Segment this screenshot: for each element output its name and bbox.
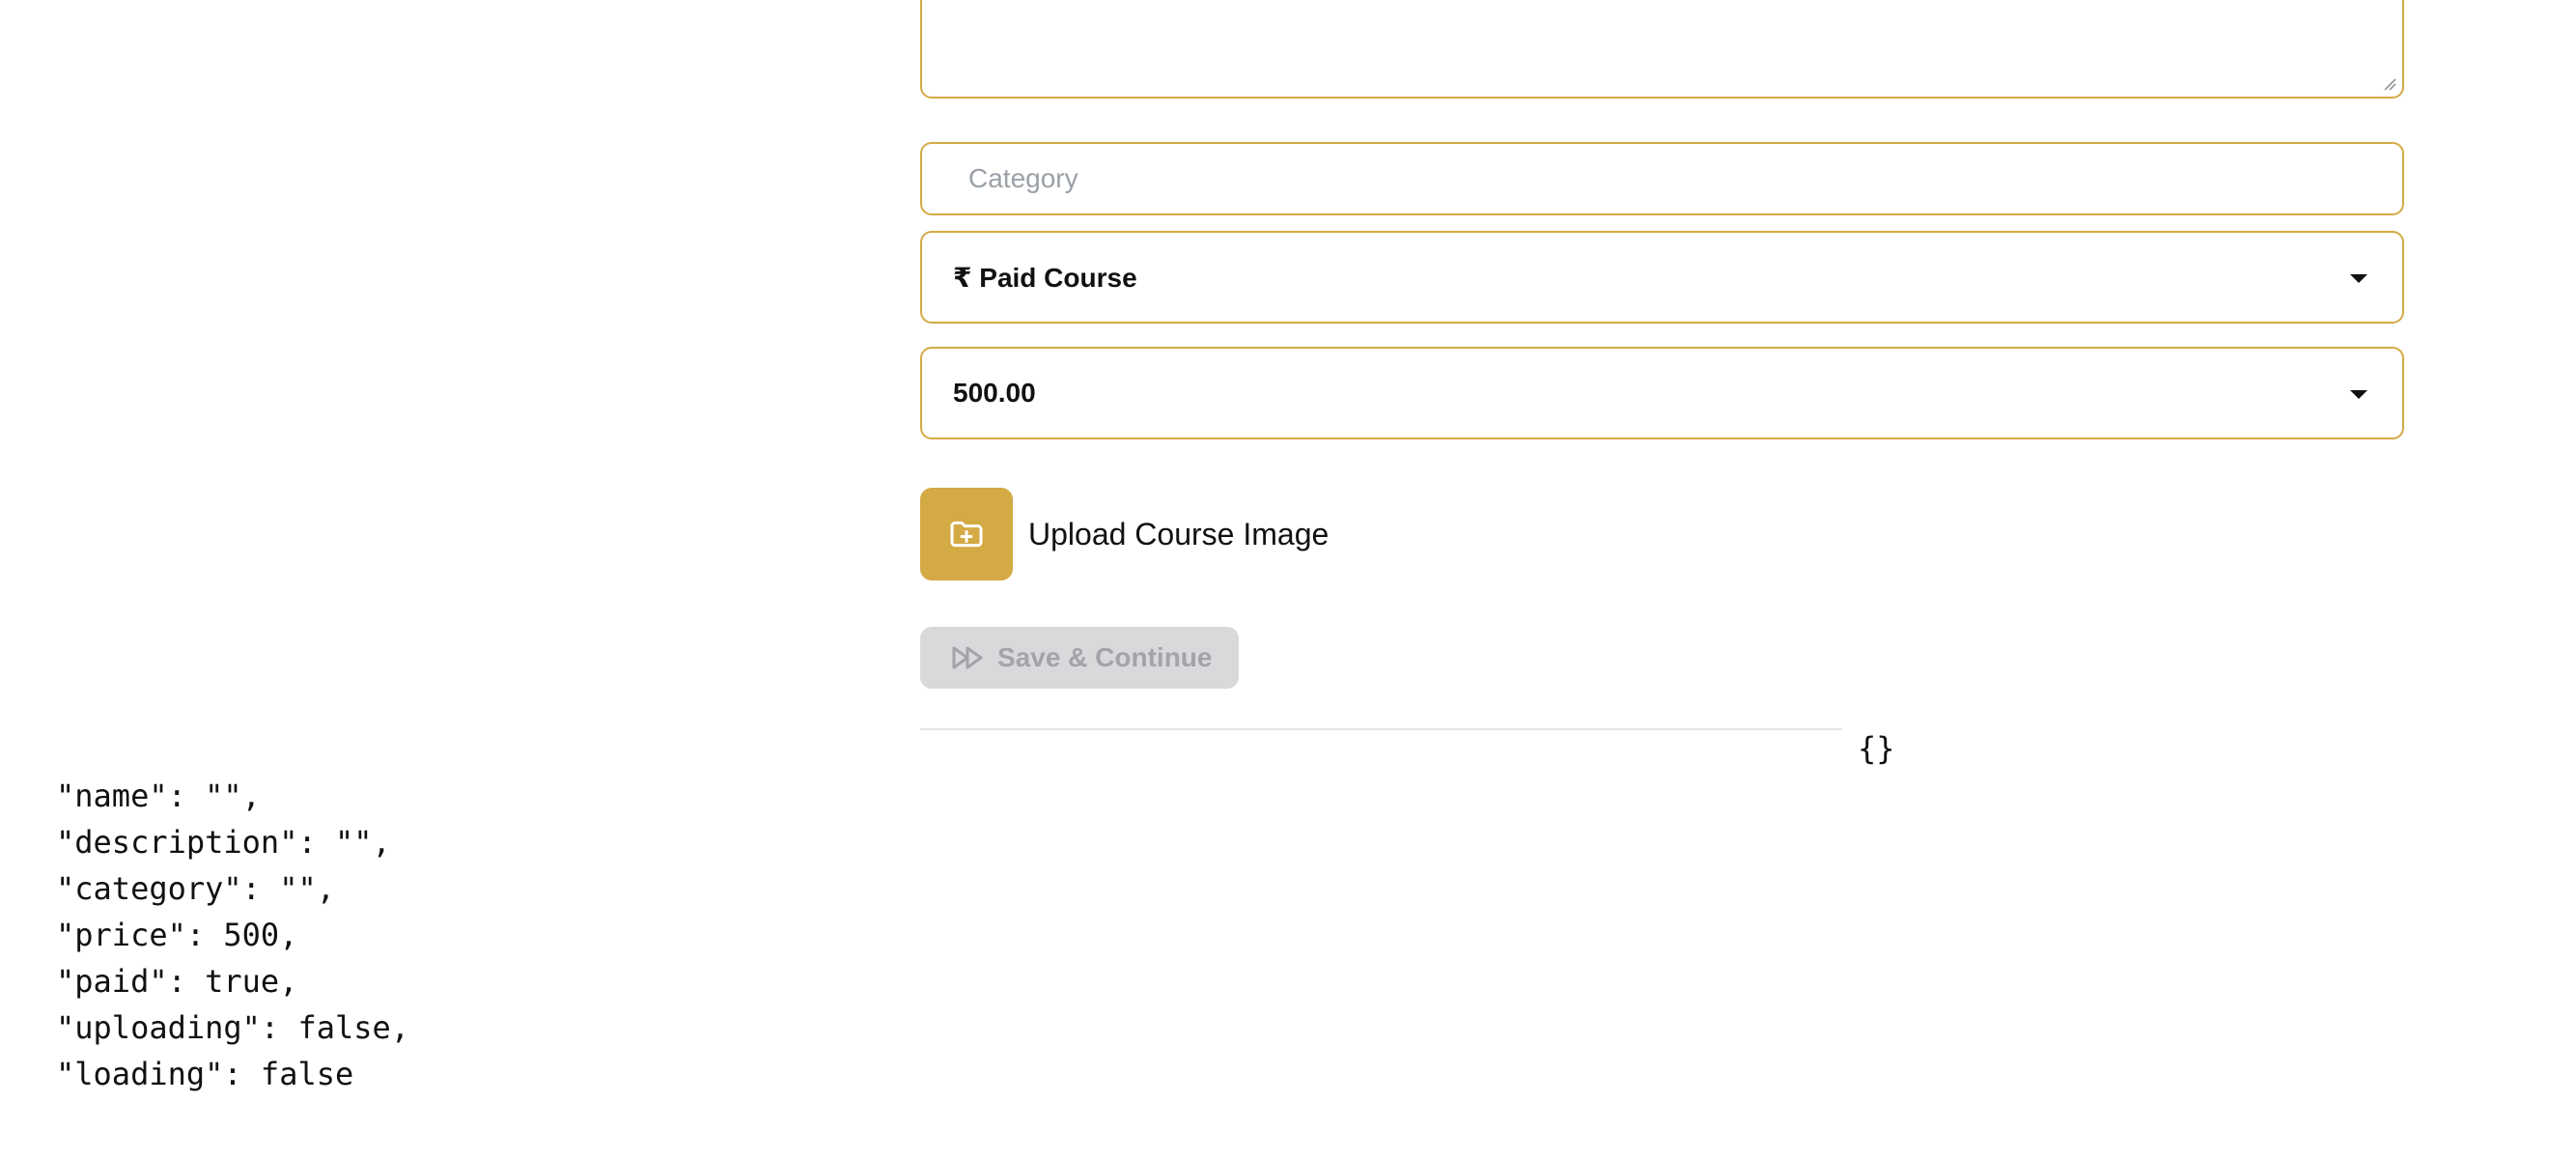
divider (920, 728, 1842, 730)
upload-course-image-row: Upload Course Image (920, 488, 1329, 580)
json-line-description: "description": "", (56, 824, 391, 861)
resize-grip-icon[interactable] (2383, 77, 2396, 91)
upload-image-button[interactable] (920, 488, 1013, 580)
caret-down-icon (2350, 389, 2367, 399)
category-placeholder: Category (968, 163, 1078, 193)
price-selected-value: 500.00 (953, 378, 1036, 408)
price-select[interactable]: 500.00 (920, 347, 2404, 439)
json-line-uploading: "uploading": false, (56, 1009, 410, 1046)
json-line-price: "price": 500, (56, 917, 298, 953)
debug-state-json: "name": "", "description": "", "category":… (56, 773, 409, 1097)
json-line-loading: "loading": false (56, 1056, 354, 1092)
description-textarea[interactable] (920, 0, 2404, 99)
course-form-page: Category ₹ Paid Course 500.00 Upload Cou… (0, 0, 2576, 1159)
category-input[interactable]: Category (920, 142, 2404, 215)
folder-plus-icon (950, 521, 983, 548)
debug-empty-object: {} (1858, 730, 1895, 767)
json-line-category: "category": "", (56, 870, 335, 907)
save-continue-label: Save & Continue (997, 642, 1213, 672)
course-type-select[interactable]: ₹ Paid Course (920, 231, 2404, 324)
caret-down-icon (2350, 273, 2367, 283)
upload-image-label[interactable]: Upload Course Image (1028, 517, 1329, 552)
json-line-paid: "paid": true, (56, 963, 298, 1000)
fast-forward-icon (952, 646, 983, 669)
save-continue-button[interactable]: Save & Continue (920, 627, 1239, 689)
course-type-selected-value: ₹ Paid Course (953, 262, 1137, 293)
json-line-name: "name": "", (56, 777, 261, 814)
